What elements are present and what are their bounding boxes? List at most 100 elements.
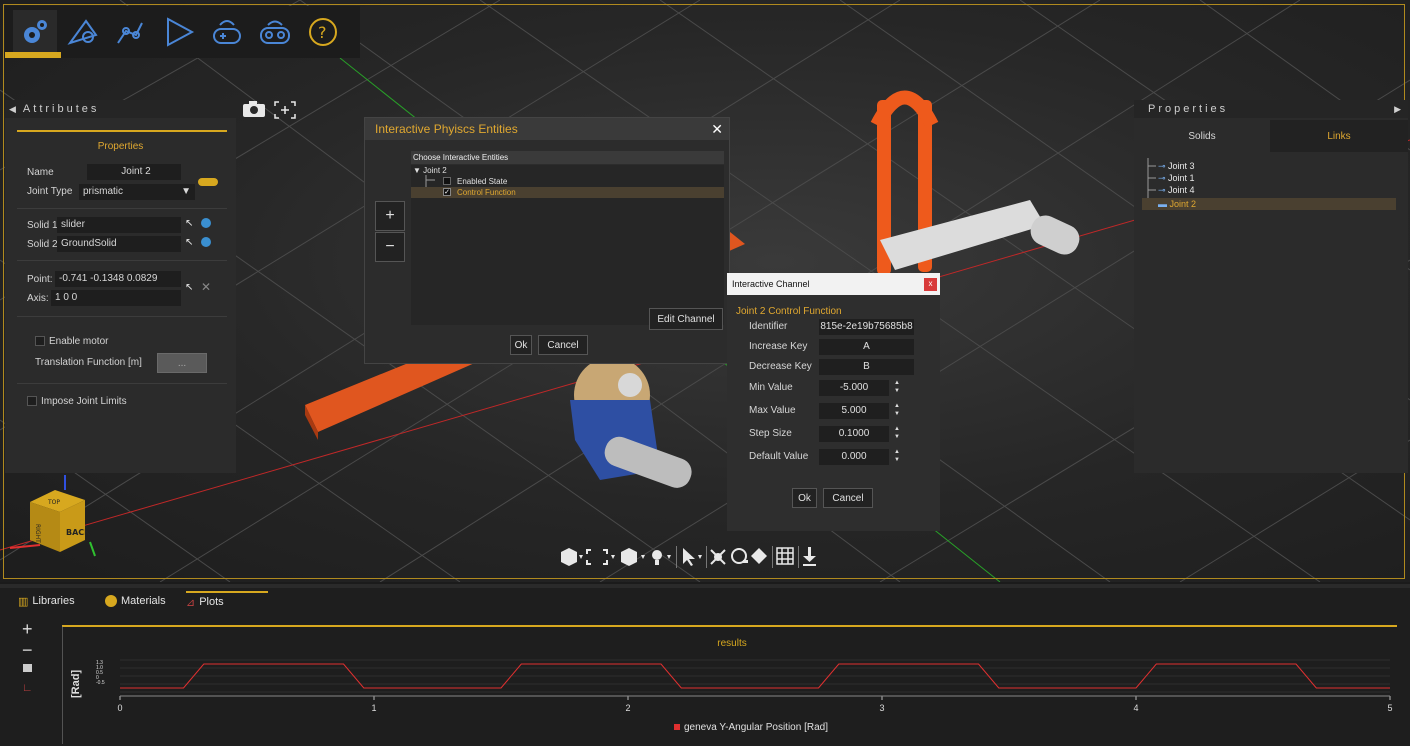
ok-button[interactable]: Ok: [510, 335, 532, 355]
max-value-spinner[interactable]: ▲ ▼: [893, 402, 901, 420]
cancel-button[interactable]: Cancel: [538, 335, 588, 355]
fit-view-icon: [586, 549, 608, 565]
viewport-toolbar: [555, 542, 855, 572]
enabled-state-checkbox[interactable]: [443, 177, 451, 185]
attributes-header[interactable]: ◀ Attributes: [5, 100, 236, 118]
joint-icon[interactable]: [61, 10, 105, 54]
bottom-panel: ▥ Libraries Materials ⊿ Plots + − ∟ resu…: [0, 584, 1410, 746]
legend-toggle-icon[interactable]: [23, 664, 32, 672]
tree-item-joint-4[interactable]: ⊸ Joint 4: [1158, 184, 1195, 196]
help-icon[interactable]: ?: [301, 10, 345, 54]
chevron-down-icon: ▼: [181, 186, 191, 197]
name-label: Name: [27, 167, 54, 178]
joint-type-label: Joint Type: [27, 186, 73, 197]
translation-function-button[interactable]: ...: [157, 353, 207, 373]
camera-icon[interactable]: [242, 100, 266, 121]
edit-channel-button[interactable]: Edit Channel: [649, 308, 723, 330]
zoom-in-button[interactable]: +: [22, 619, 33, 640]
vr-controller-icon[interactable]: [253, 10, 297, 54]
enable-motor-checkbox[interactable]: [35, 336, 45, 346]
viewport-toolbar-icons: [561, 546, 816, 568]
tab-plots[interactable]: ⊿ Plots: [186, 591, 268, 611]
tree-item-joint-2[interactable]: ▬ Joint 2: [1158, 198, 1196, 210]
pick-cursor-icon[interactable]: ↖: [185, 282, 193, 293]
identifier-label: Identifier: [749, 321, 788, 332]
plot-area[interactable]: results [Rad] 1.3 1.0 0.5 0 -0.5 012345 gene…: [61, 616, 1405, 744]
settings-icon[interactable]: [5, 10, 61, 58]
collapse-left-icon[interactable]: ◀: [9, 104, 19, 115]
x-tick-label: 2: [625, 703, 630, 713]
add-button[interactable]: +: [375, 201, 405, 231]
frame-select-icon[interactable]: [274, 101, 296, 122]
axis-toggle-icon[interactable]: ∟: [22, 682, 33, 694]
x-tick-label: 4: [1133, 703, 1138, 713]
zoom-out-button[interactable]: −: [22, 640, 33, 661]
interactive-entities-dialog: Interactive Phyiscs Entities ✕ Choose In…: [364, 117, 730, 364]
point-field[interactable]: -0.741 -0.1348 0.0829: [55, 271, 181, 287]
tab-solids[interactable]: Solids: [1134, 120, 1270, 152]
pick-cursor-icon[interactable]: ↖: [185, 237, 193, 248]
light-icon: [652, 550, 662, 565]
close-icon[interactable]: ✕: [711, 118, 723, 140]
control-function-label[interactable]: Control Function: [457, 188, 516, 197]
joint-type-select[interactable]: prismatic ▼: [79, 184, 195, 200]
channel-cancel-button[interactable]: Cancel: [823, 488, 873, 508]
increase-key-field[interactable]: A: [819, 339, 914, 355]
render-mode-icon: [561, 548, 583, 566]
pick-cursor-icon[interactable]: ↖: [185, 218, 193, 229]
enable-motor-label: Enable motor: [49, 336, 109, 347]
snap-icon: [751, 548, 767, 564]
globe-icon[interactable]: [201, 237, 211, 247]
splitter[interactable]: [0, 584, 1410, 588]
step-size-spinner[interactable]: ▲ ▼: [893, 425, 901, 443]
default-value-field[interactable]: 0.000: [819, 449, 889, 465]
tree-node-joint-2[interactable]: ▼ Joint 2: [413, 166, 447, 175]
min-value-spinner[interactable]: ▲ ▼: [893, 379, 901, 397]
control-function-checkbox[interactable]: ✓: [443, 188, 451, 196]
channel-titlebar: Interactive Channel x: [727, 273, 940, 295]
solid1-field[interactable]: slider: [57, 217, 181, 233]
identifier-field[interactable]: 815e-2e19b75685b8: [819, 319, 914, 335]
decrease-key-field[interactable]: B: [819, 359, 914, 375]
globe-icon[interactable]: [201, 218, 211, 228]
collapse-right-icon[interactable]: ▶: [1394, 104, 1404, 115]
tree-item-joint-1[interactable]: ⊸ Joint 1: [1158, 172, 1195, 184]
properties-title: Properties: [1148, 103, 1229, 115]
default-value-spinner[interactable]: ▲ ▼: [893, 448, 901, 466]
x-tick-label: 5: [1387, 703, 1392, 713]
clear-icon[interactable]: ✕: [201, 280, 211, 294]
max-value-field[interactable]: 5.000: [819, 403, 889, 419]
impose-limits-checkbox[interactable]: [27, 396, 37, 406]
divider: [17, 316, 227, 317]
name-field[interactable]: Joint 2: [87, 164, 181, 180]
divider: [17, 383, 227, 384]
gamepad-icon[interactable]: [205, 10, 249, 54]
increase-key-label: Increase Key: [749, 341, 808, 352]
tab-links[interactable]: Links: [1270, 120, 1408, 152]
drop-icon: [803, 547, 816, 566]
joint-type-value: prismatic: [83, 186, 124, 197]
translation-function-label: Translation Function [m]: [35, 357, 142, 368]
tab-materials[interactable]: Materials: [105, 591, 166, 611]
main-toolbar: ?: [5, 6, 360, 58]
solid2-field[interactable]: GroundSolid: [57, 236, 181, 252]
properties-header[interactable]: Properties ▶: [1134, 100, 1408, 118]
entities-list-header: Choose Interactive Entities: [411, 151, 724, 164]
step-size-field[interactable]: 0.1000: [819, 426, 889, 442]
divider: [17, 260, 227, 261]
axis-field[interactable]: 1 0 0: [51, 290, 181, 306]
point-label: Point:: [27, 274, 53, 285]
min-value-field[interactable]: -5.000: [819, 380, 889, 396]
tree-item-joint-3[interactable]: ⊸ Joint 3: [1158, 160, 1195, 172]
robot-arm-icon[interactable]: [109, 10, 153, 54]
enabled-state-label[interactable]: Enabled State: [457, 177, 507, 186]
impose-limits-label: Impose Joint Limits: [41, 396, 127, 407]
tab-libraries[interactable]: ▥ Libraries: [18, 591, 75, 611]
arm-part: [880, 200, 1045, 270]
remove-button[interactable]: −: [375, 232, 405, 262]
play-icon[interactable]: [157, 10, 201, 54]
channel-ok-button[interactable]: Ok: [792, 488, 817, 508]
section-underline: [17, 130, 227, 132]
visibility-toggle[interactable]: [198, 178, 218, 186]
close-icon[interactable]: x: [924, 278, 937, 291]
